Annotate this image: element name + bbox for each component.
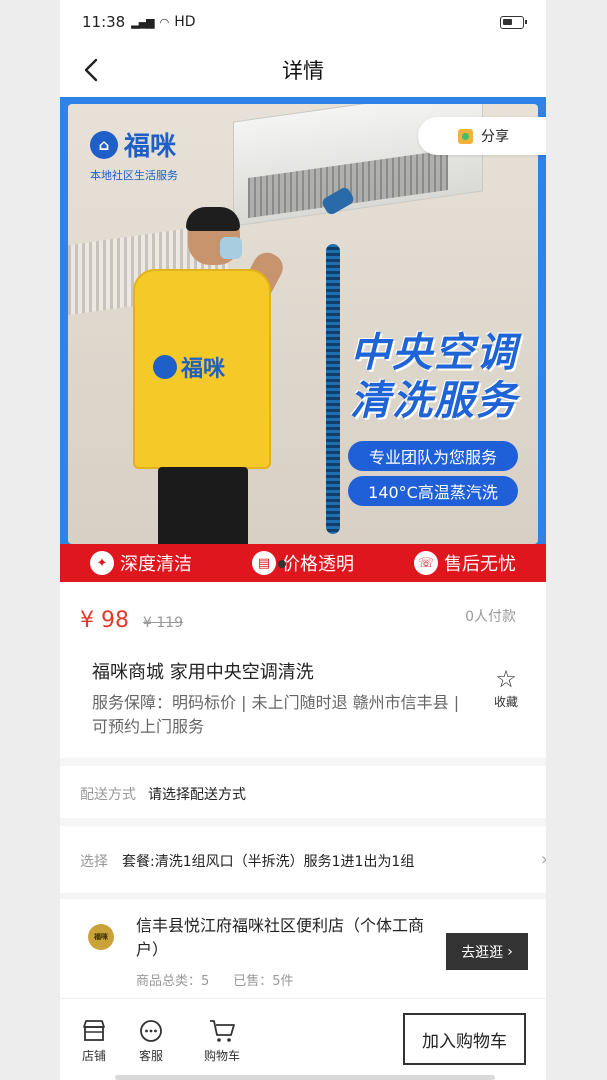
delivery-method-row[interactable]: 配送方式 请选择配送方式: [80, 784, 246, 804]
share-label: 分享: [481, 129, 509, 145]
page-title: 详情: [282, 59, 324, 83]
worker-hair-graphic: [186, 207, 240, 231]
shopping-cart-icon: [193, 1017, 251, 1045]
favorite-label: 收藏: [493, 695, 518, 709]
banner-tag-steam: 140°C高温蒸汽洗: [348, 476, 518, 506]
delivery-value: 请选择配送方式: [148, 787, 246, 803]
brand-logo-icon: ⌂: [90, 130, 118, 159]
store-icon: [68, 1017, 120, 1045]
feature-label: 售后无忧: [444, 554, 516, 575]
worker-vest-graphic: 福咪: [133, 269, 271, 469]
product-title: 福咪商城 家用中央空调清洗: [92, 662, 314, 683]
product-banner[interactable]: ⌂ 福咪 本地社区生活服务 福咪 中央空调 清洗服务 专业团队为您服务 140°…: [60, 97, 546, 582]
brand-subtitle: 本地社区生活服务: [90, 169, 178, 182]
banner-tag-team: 专业团队为您服务: [348, 441, 518, 471]
feature-label: 价格透明: [282, 554, 354, 575]
customer-service-button[interactable]: 客服: [125, 1017, 177, 1064]
store-row: 福咪 信丰县悦江府福咪社区便利店（个体工商户） 商品总类：5 已售：5件 去逛逛…: [60, 906, 546, 996]
feature-item: ✦ 深度清洁: [90, 550, 192, 576]
bottom-action-bar: 店铺 客服 购物车 加入购物车: [60, 998, 546, 1080]
status-left: 11:38 ▂▄▆ ◠ HD: [82, 13, 196, 31]
right-backdrop: [545, 0, 607, 1080]
vest-logo: 福咪: [153, 351, 225, 383]
original-price: ¥ 119: [142, 615, 184, 631]
customer-service-label: 客服: [138, 1049, 163, 1063]
brand-block: ⌂ 福咪 本地社区生活服务: [90, 126, 178, 183]
chevron-right-icon: ›: [541, 849, 546, 870]
option-label: 选择: [80, 854, 108, 870]
section-divider: [60, 893, 546, 899]
status-time: 11:38: [82, 13, 126, 31]
store-stats: 商品总类：5 已售：5件: [136, 970, 294, 989]
chevron-right-icon: ›: [507, 943, 513, 960]
price-section: ¥ 98 ¥ 119 0人付款: [60, 594, 546, 642]
headset-icon: ☏: [414, 551, 438, 575]
share-icon: [458, 128, 473, 144]
banner-headline: 中央空调 清洗服务: [350, 329, 518, 425]
status-bar: 11:38 ▂▄▆ ◠ HD: [60, 0, 546, 44]
paid-count: 0人付款: [465, 609, 516, 625]
current-price: ¥ 98: [80, 608, 129, 633]
network-label: HD: [174, 14, 196, 30]
delivery-label: 配送方式: [80, 787, 136, 803]
headline-line-2: 清洗服务: [350, 378, 518, 424]
package-option-row[interactable]: 选择 套餐:清洗1组风口（半拆洗）服务1进1出为1组 ›: [80, 849, 546, 871]
vest-logo-icon: [153, 355, 177, 379]
store-sold-count: 已售：5件: [233, 974, 294, 989]
vest-brand-text: 福咪: [181, 357, 226, 382]
visit-store-label: 去逛逛: [461, 944, 504, 961]
share-button[interactable]: 分享: [418, 117, 546, 155]
store-tab-button[interactable]: 店铺: [68, 1017, 120, 1064]
sparkle-icon: ✦: [90, 551, 114, 575]
headline-line-1: 中央空调: [350, 330, 518, 376]
worker-legs-graphic: [158, 467, 248, 544]
phone-screen: 11:38 ▂▄▆ ◠ HD 详情 ⌂ 福咪 本地社区生活服务 福咪 中央空调 …: [60, 0, 546, 1080]
feature-strip: ✦ 深度清洁 ▤ 价格透明 ☏ 售后无忧: [60, 544, 546, 582]
product-guarantee: 服务保障：明码标价 | 未上门随时退 赣州市信丰县 | 可预约上门服务: [92, 693, 460, 736]
worker-mask-graphic: [220, 237, 242, 259]
brand-row: ⌂ 福咪: [90, 126, 178, 163]
cell-signal-icon: ▂▄▆: [131, 15, 154, 29]
visit-store-button[interactable]: 去逛逛 ›: [446, 933, 528, 970]
banner-image: ⌂ 福咪 本地社区生活服务 福咪 中央空调 清洗服务 专业团队为您服务 140°…: [68, 104, 538, 544]
section-divider: [60, 758, 546, 766]
add-to-cart-button[interactable]: 加入购物车: [403, 1013, 526, 1065]
cart-label: 购物车: [203, 1049, 240, 1063]
left-backdrop: [0, 0, 60, 1080]
home-indicator: [115, 1075, 495, 1080]
wifi-icon: ◠: [159, 15, 170, 29]
star-icon: ☆: [495, 665, 517, 693]
feature-item: ☏ 售后无忧: [414, 550, 516, 576]
hose-graphic: [326, 244, 340, 534]
favorite-button[interactable]: ☆ 收藏: [488, 665, 524, 710]
worker-graphic: 福咪: [128, 207, 288, 544]
cart-button[interactable]: 购物车: [193, 1017, 251, 1064]
receipt-icon: ▤: [252, 551, 276, 575]
store-tab-label: 店铺: [81, 1049, 106, 1063]
section-divider: [60, 818, 546, 826]
nav-bar: 详情: [60, 44, 546, 96]
feature-label: 深度清洁: [120, 554, 192, 575]
store-name[interactable]: 信丰县悦江府福咪社区便利店（个体工商户）: [136, 914, 436, 962]
chat-bubble-icon: [125, 1017, 177, 1045]
back-button[interactable]: [78, 56, 106, 84]
chevron-left-icon: [84, 58, 98, 82]
store-category-count: 商品总类：5: [136, 974, 210, 989]
brand-name: 福咪: [124, 132, 177, 162]
battery-icon: [500, 15, 527, 29]
store-logo[interactable]: 福咪: [88, 924, 114, 950]
option-value: 套餐:清洗1组风口（半拆洗）服务1进1出为1组: [122, 854, 415, 870]
feature-item: ▤ 价格透明: [252, 550, 354, 576]
carousel-indicator: [278, 560, 286, 568]
